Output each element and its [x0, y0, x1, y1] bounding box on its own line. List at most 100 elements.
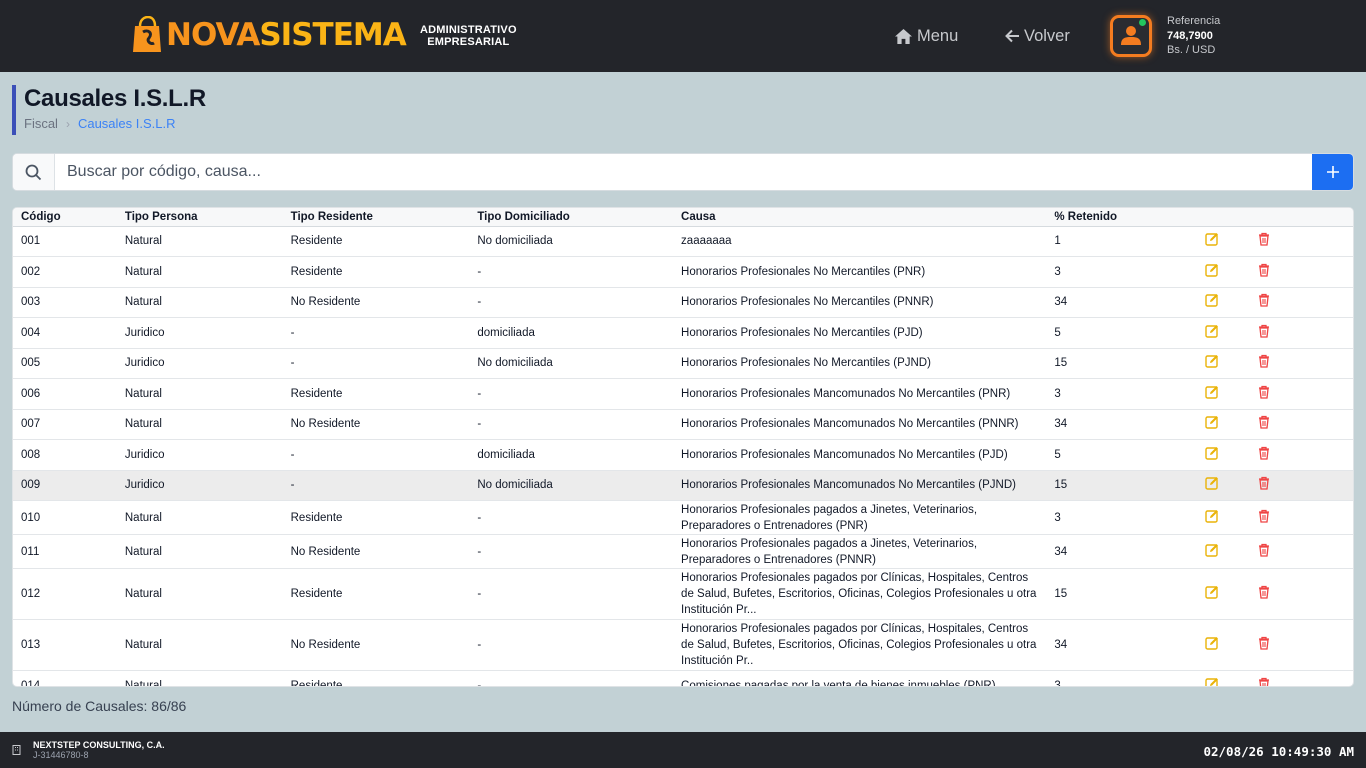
cell-tipo-domiciliado: -: [469, 619, 674, 671]
breadcrumb-fiscal[interactable]: Fiscal: [24, 116, 58, 131]
edit-icon[interactable]: [1204, 542, 1220, 558]
table-row[interactable]: 010 Natural Residente - Honorarios Profesion…: [13, 500, 1353, 535]
menu-label: Menu: [917, 26, 959, 45]
search-input[interactable]: [55, 154, 1312, 190]
delete-cell: [1248, 619, 1353, 671]
edit-icon[interactable]: [1204, 292, 1220, 308]
table-row[interactable]: 003 Natural No Residente - Honorarios Profes…: [13, 287, 1353, 318]
edit-icon[interactable]: [1204, 584, 1220, 600]
trash-icon[interactable]: [1256, 323, 1272, 339]
column-header-delete: [1248, 208, 1353, 227]
column-header-tipo-persona[interactable]: Tipo Persona: [116, 208, 283, 227]
trash-icon[interactable]: [1256, 445, 1272, 461]
cell-retenido: 3: [1046, 500, 1197, 535]
trash-icon[interactable]: [1256, 292, 1272, 308]
edit-icon[interactable]: [1204, 445, 1220, 461]
app-logo[interactable]: NOVASISTEMA: [132, 14, 407, 56]
table-row[interactable]: 011 Natural No Residente - Honorarios Profes…: [13, 534, 1353, 569]
column-header-tipo-residente[interactable]: Tipo Residente: [282, 208, 470, 227]
column-header-tipo-domiciliado[interactable]: Tipo Domiciliado: [469, 208, 674, 227]
trash-icon[interactable]: [1256, 508, 1272, 524]
cell-codigo: 005: [13, 348, 117, 379]
table-row[interactable]: 004 Juridico - domiciliada Honorarios Profes…: [13, 317, 1353, 349]
edit-icon[interactable]: [1204, 475, 1220, 491]
delete-cell: [1248, 534, 1353, 569]
causales-table-container[interactable]: Código Tipo Persona Tipo Residente Tipo …: [12, 207, 1354, 687]
back-button[interactable]: Volver: [1005, 25, 1070, 47]
cell-tipo-persona: Natural: [116, 568, 283, 620]
add-causal-button[interactable]: [1312, 154, 1353, 190]
trash-icon[interactable]: [1256, 676, 1272, 686]
cell-tipo-persona: Juridico: [116, 317, 283, 349]
table-row[interactable]: 013 Natural No Residente - Honorarios Profes…: [13, 619, 1353, 671]
cell-tipo-domiciliado: -: [469, 256, 674, 288]
back-label: Volver: [1024, 26, 1070, 45]
edit-icon[interactable]: [1204, 262, 1220, 278]
cell-codigo: 002: [13, 256, 117, 288]
column-header-causa[interactable]: Causa: [673, 208, 1047, 227]
trash-icon[interactable]: [1256, 584, 1272, 600]
cell-causa: Honorarios Profesionales No Mercantiles …: [673, 287, 1047, 318]
cell-tipo-domiciliado: -: [469, 409, 674, 440]
cell-retenido: 34: [1046, 619, 1197, 671]
trash-icon[interactable]: [1256, 542, 1272, 558]
table-header-row: Código Tipo Persona Tipo Residente Tipo …: [13, 208, 1353, 227]
table-row[interactable]: 008 Juridico - domiciliada Honorarios Profes…: [13, 439, 1353, 471]
edit-icon[interactable]: [1204, 508, 1220, 524]
cell-causa: Honorarios Profesionales pagados a Jinet…: [673, 534, 1047, 569]
trash-icon[interactable]: [1256, 384, 1272, 400]
menu-button[interactable]: Menu: [894, 25, 958, 47]
edit-icon[interactable]: [1204, 353, 1220, 369]
trash-icon[interactable]: [1256, 475, 1272, 491]
table-row[interactable]: 007 Natural No Residente - Honorarios Profes…: [13, 409, 1353, 440]
column-header-retenido[interactable]: % Retenido: [1046, 208, 1197, 227]
trash-icon[interactable]: [1256, 635, 1272, 651]
cell-tipo-persona: Juridico: [116, 439, 283, 471]
edit-cell: [1196, 534, 1249, 569]
cell-causa: Honorarios Profesionales Mancomunados No…: [673, 409, 1047, 440]
delete-cell: [1248, 317, 1353, 349]
arrow-left-icon: [1005, 29, 1019, 43]
cell-tipo-residente: Residente: [282, 670, 470, 686]
cell-tipo-residente: -: [282, 470, 470, 501]
top-bar: NOVASISTEMA ADMINISTRATIVO EMPRESARIAL M…: [0, 0, 1366, 72]
cell-tipo-domiciliado: -: [469, 287, 674, 318]
cell-tipo-residente: Residente: [282, 500, 470, 535]
edit-icon[interactable]: [1204, 323, 1220, 339]
table-row[interactable]: 002 Natural Residente - Honorarios Profesion…: [13, 256, 1353, 288]
table-row[interactable]: 014 Natural Residente - Comisiones pagadas p…: [13, 670, 1353, 686]
table-row[interactable]: 001 Natural Residente No domiciliada zaaaaaa…: [13, 226, 1353, 257]
table-row[interactable]: 009 Juridico - No domiciliada Honorarios Pro…: [13, 470, 1353, 501]
edit-cell: [1196, 348, 1249, 379]
home-icon: [895, 28, 912, 44]
table-row[interactable]: 006 Natural Residente - Honorarios Profesion…: [13, 378, 1353, 410]
trash-icon[interactable]: [1256, 414, 1272, 430]
edit-icon[interactable]: [1204, 384, 1220, 400]
delete-cell: [1248, 378, 1353, 410]
trash-icon[interactable]: [1256, 353, 1272, 369]
trash-icon[interactable]: [1256, 262, 1272, 278]
table-row[interactable]: 005 Juridico - No domiciliada Honorarios Pro…: [13, 348, 1353, 379]
edit-icon[interactable]: [1204, 231, 1220, 247]
breadcrumb-current[interactable]: Causales I.S.L.R: [78, 116, 176, 131]
reference-unit: Bs. / USD: [1167, 44, 1216, 56]
edit-icon[interactable]: [1204, 676, 1220, 686]
causales-count: Número de Causales: 86/86: [12, 698, 187, 714]
datetime-clock: 02/08/26 10:49:30 AM: [1203, 744, 1354, 759]
edit-cell: [1196, 226, 1249, 257]
edit-icon[interactable]: [1204, 635, 1220, 651]
edit-icon[interactable]: [1204, 414, 1220, 430]
column-header-codigo[interactable]: Código: [13, 208, 117, 227]
cell-tipo-persona: Natural: [116, 287, 283, 318]
table-row[interactable]: 012 Natural Residente - Honorarios Profesion…: [13, 568, 1353, 620]
cell-retenido: 3: [1046, 670, 1197, 686]
cell-causa: Honorarios Profesionales Mancomunados No…: [673, 470, 1047, 501]
online-status-dot: [1139, 19, 1146, 26]
cell-tipo-persona: Juridico: [116, 470, 283, 501]
cell-tipo-domiciliado: domiciliada: [469, 317, 674, 349]
delete-cell: [1248, 287, 1353, 318]
delete-cell: [1248, 568, 1353, 620]
user-avatar-button[interactable]: [1110, 15, 1152, 57]
cell-retenido: 3: [1046, 378, 1197, 410]
trash-icon[interactable]: [1256, 231, 1272, 247]
